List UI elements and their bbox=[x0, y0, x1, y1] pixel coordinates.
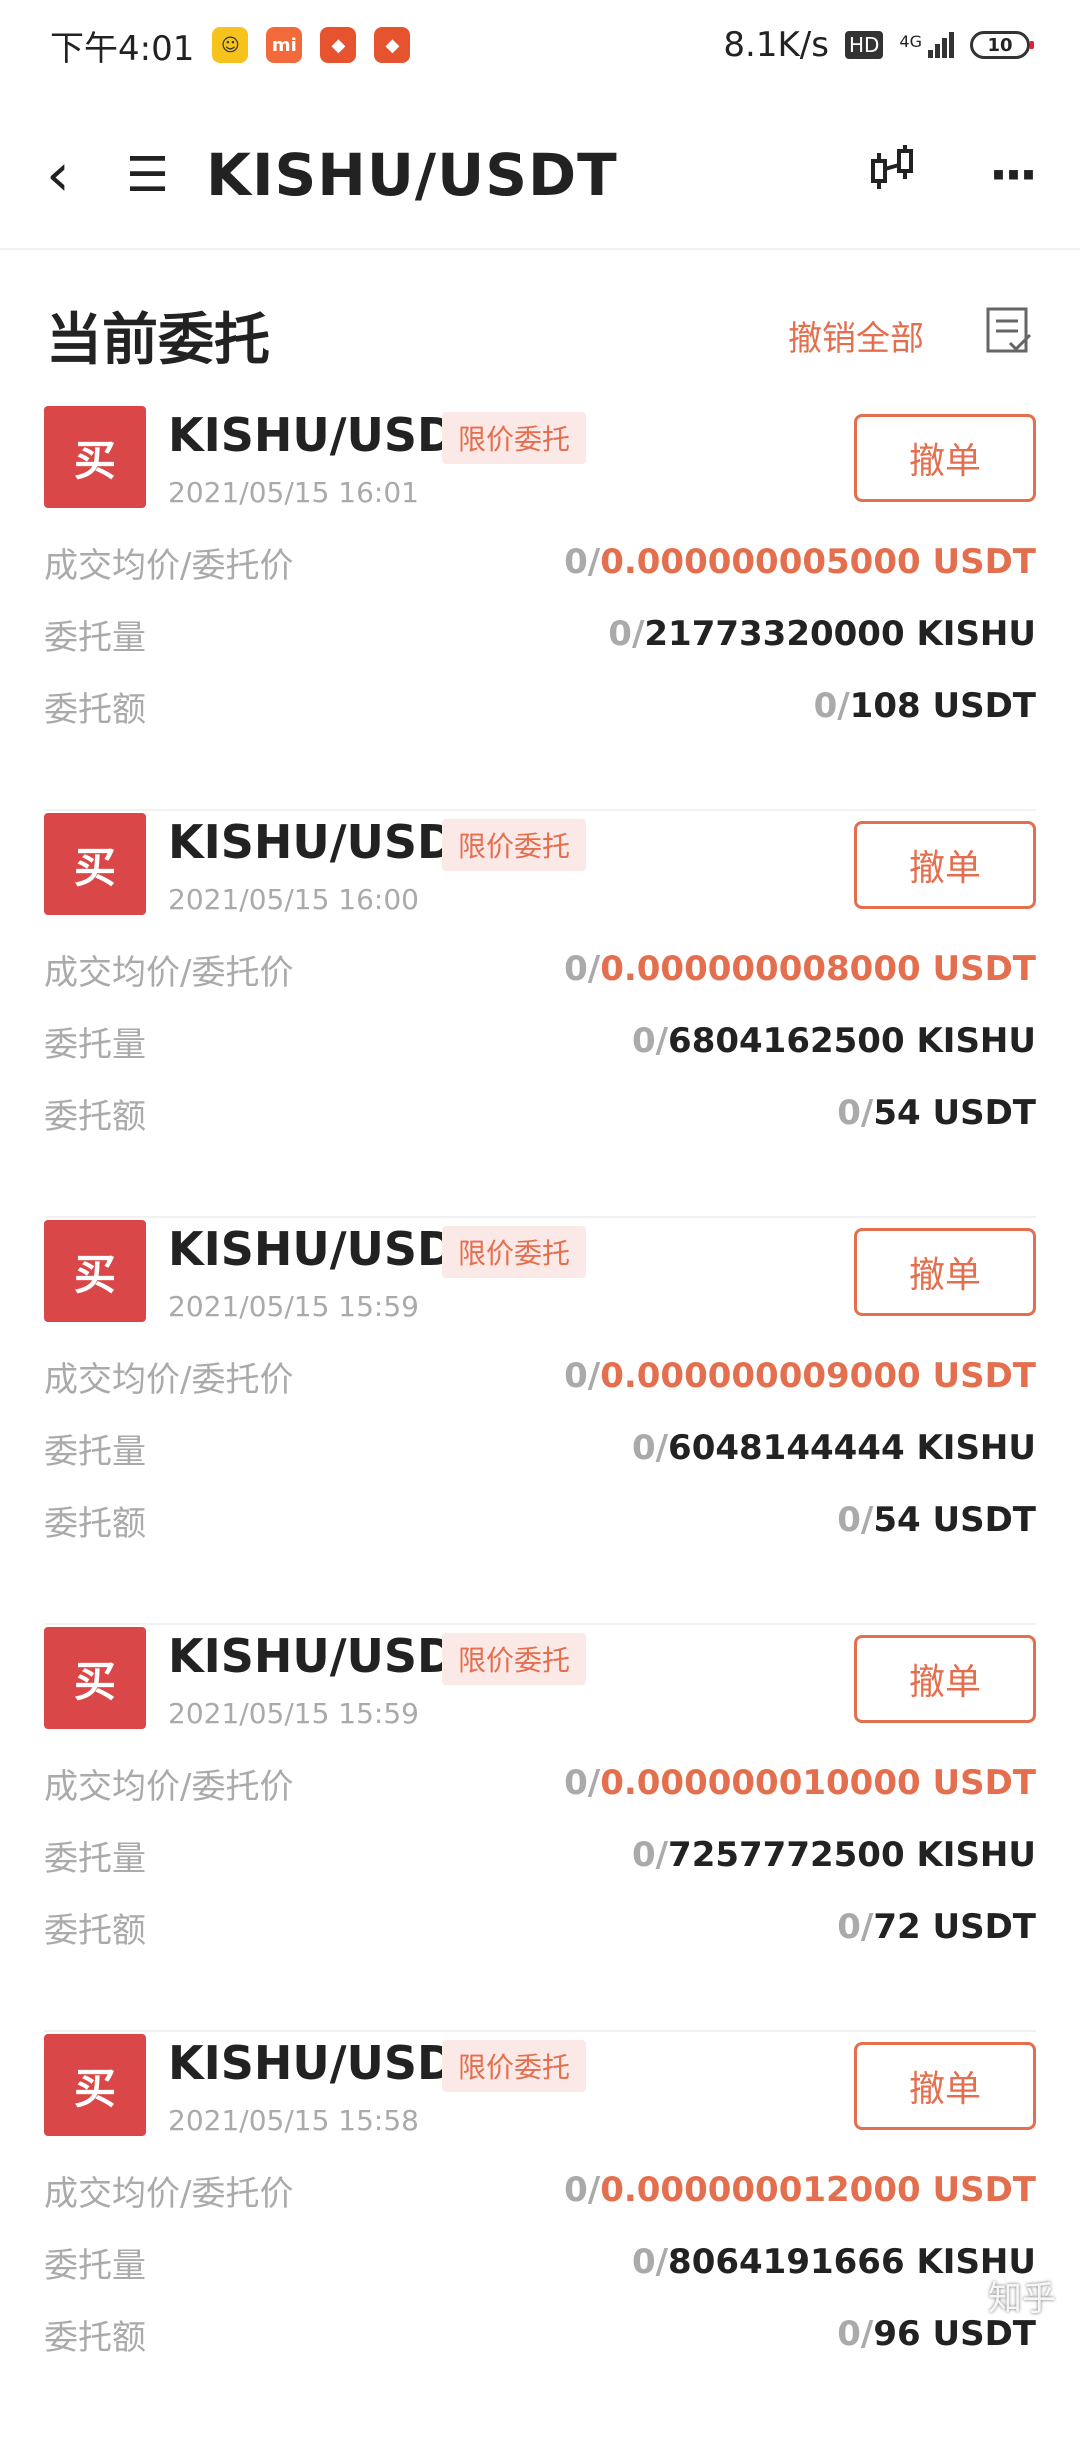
total-row: 委托额 0/96 USDT bbox=[44, 2304, 1036, 2364]
amount-value: 0/6048144444 KISHU bbox=[631, 1428, 1036, 1468]
candlestick-chart-icon[interactable] bbox=[867, 143, 919, 207]
amount-label: 委托量 bbox=[44, 617, 146, 658]
amount-label: 委托量 bbox=[44, 2245, 146, 2286]
network-speed: 8.1K/s bbox=[723, 25, 829, 65]
status-bar: 下午4:01 ☺ mi ◆ ◆ 8.1K/s HD 4G 10 bbox=[0, 0, 1080, 90]
amount-row: 委托量 0/6804162500 KISHU bbox=[44, 1011, 1036, 1071]
total-row: 委托额 0/54 USDT bbox=[44, 1083, 1036, 1143]
price-value: 0/0.000000005000 USDT bbox=[564, 542, 1036, 582]
hd-icon: HD bbox=[844, 31, 884, 59]
total-label: 委托额 bbox=[44, 1503, 146, 1544]
order-type-tag: 限价委托 bbox=[442, 819, 587, 871]
total-value: 0/54 USDT bbox=[837, 1500, 1036, 1540]
section-title: 当前委托 bbox=[46, 307, 270, 373]
price-row: 成交均价/委托价 0/0.000000009000 USDT bbox=[44, 1346, 1036, 1406]
order-history-icon[interactable] bbox=[984, 305, 1034, 366]
price-value: 0/0.000000009000 USDT bbox=[564, 1356, 1036, 1396]
order-item: 买 KISHU/USDT 限价委托 2021/05/15 15:59 撤单 成交… bbox=[0, 1218, 1080, 1625]
buy-badge: 买 bbox=[44, 1220, 146, 1322]
order-type-tag: 限价委托 bbox=[442, 1633, 587, 1685]
smile-app-icon: ☺ bbox=[212, 27, 249, 63]
signal-icon: 4G bbox=[899, 32, 954, 58]
header-divider bbox=[0, 248, 1080, 250]
amount-row: 委托量 0/7257772500 KISHU bbox=[44, 1825, 1036, 1885]
buy-badge: 买 bbox=[44, 406, 146, 508]
total-label: 委托额 bbox=[44, 689, 146, 730]
amount-row: 委托量 0/6048144444 KISHU bbox=[44, 1418, 1036, 1478]
current-orders-header: 当前委托 撤销全部 bbox=[0, 270, 1080, 400]
amount-value: 0/7257772500 KISHU bbox=[631, 1835, 1036, 1875]
order-item: 买 KISHU/USDT 限价委托 2021/05/15 16:00 撤单 成交… bbox=[0, 811, 1080, 1218]
amount-row: 委托量 0/8064191666 KISHU bbox=[44, 2232, 1036, 2292]
buy-badge: 买 bbox=[44, 1627, 146, 1729]
menu-icon[interactable]: ☰ bbox=[126, 147, 196, 203]
back-icon[interactable]: ‹ bbox=[46, 140, 116, 210]
cancel-order-button[interactable]: 撤单 bbox=[854, 414, 1036, 502]
total-value: 0/96 USDT bbox=[837, 2314, 1036, 2354]
total-label: 委托额 bbox=[44, 1096, 146, 1137]
price-row: 成交均价/委托价 0/0.000000008000 USDT bbox=[44, 939, 1036, 999]
cancel-order-button[interactable]: 撤单 bbox=[854, 1635, 1036, 1723]
price-value: 0/0.000000010000 USDT bbox=[564, 1763, 1036, 1803]
total-row: 委托额 0/72 USDT bbox=[44, 1897, 1036, 1957]
buy-badge: 买 bbox=[44, 813, 146, 915]
battery-icon: 10 bbox=[970, 31, 1034, 59]
amount-label: 委托量 bbox=[44, 1024, 146, 1065]
price-label: 成交均价/委托价 bbox=[44, 545, 294, 586]
cancel-order-button[interactable]: 撤单 bbox=[854, 821, 1036, 909]
order-time: 2021/05/15 15:58 bbox=[168, 2104, 419, 2137]
order-symbol: KISHU/USDT bbox=[168, 2036, 487, 2090]
cancel-order-button[interactable]: 撤单 bbox=[854, 1228, 1036, 1316]
page-title: KISHU/USDT bbox=[206, 141, 618, 209]
watermark: 知乎 bbox=[988, 2279, 1056, 2319]
amount-value: 0/21773320000 KISHU bbox=[608, 614, 1036, 654]
order-time: 2021/05/15 15:59 bbox=[168, 1697, 419, 1730]
order-type-tag: 限价委托 bbox=[442, 412, 587, 464]
cancel-order-button[interactable]: 撤单 bbox=[854, 2042, 1036, 2130]
order-symbol: KISHU/USDT bbox=[168, 1629, 487, 1683]
order-time: 2021/05/15 16:00 bbox=[168, 883, 419, 916]
total-value: 0/72 USDT bbox=[837, 1907, 1036, 1947]
buy-badge: 买 bbox=[44, 2034, 146, 2136]
status-time: 下午4:01 bbox=[50, 28, 195, 69]
price-label: 成交均价/委托价 bbox=[44, 1766, 294, 1807]
order-symbol: KISHU/USDT bbox=[168, 815, 487, 869]
order-time: 2021/05/15 15:59 bbox=[168, 1290, 419, 1323]
order-symbol: KISHU/USDT bbox=[168, 408, 487, 462]
total-value: 0/108 USDT bbox=[813, 686, 1036, 726]
price-label: 成交均价/委托价 bbox=[44, 2173, 294, 2214]
orders-list: 买 KISHU/USDT 限价委托 2021/05/15 16:01 撤单 成交… bbox=[0, 404, 1080, 2439]
order-item: 买 KISHU/USDT 限价委托 2021/05/15 15:59 撤单 成交… bbox=[0, 1625, 1080, 2032]
order-type-tag: 限价委托 bbox=[442, 1226, 587, 1278]
amount-row: 委托量 0/21773320000 KISHU bbox=[44, 604, 1036, 664]
more-icon[interactable]: ··· bbox=[989, 146, 1038, 204]
exchange-app-icon: ◆ bbox=[320, 27, 357, 63]
order-time: 2021/05/15 16:01 bbox=[168, 476, 419, 509]
price-label: 成交均价/委托价 bbox=[44, 952, 294, 993]
amount-label: 委托量 bbox=[44, 1431, 146, 1472]
mi-app-icon: mi bbox=[266, 27, 303, 63]
price-row: 成交均价/委托价 0/0.000000012000 USDT bbox=[44, 2160, 1036, 2220]
price-row: 成交均价/委托价 0/0.000000010000 USDT bbox=[44, 1753, 1036, 1813]
cancel-all-button[interactable]: 撤销全部 bbox=[788, 311, 924, 360]
price-value: 0/0.000000008000 USDT bbox=[564, 949, 1036, 989]
total-row: 委托额 0/108 USDT bbox=[44, 676, 1036, 736]
price-value: 0/0.000000012000 USDT bbox=[564, 2170, 1036, 2210]
total-label: 委托额 bbox=[44, 2317, 146, 2358]
price-row: 成交均价/委托价 0/0.000000005000 USDT bbox=[44, 532, 1036, 592]
total-label: 委托额 bbox=[44, 1910, 146, 1951]
order-item: 买 KISHU/USDT 限价委托 2021/05/15 16:01 撤单 成交… bbox=[0, 404, 1080, 811]
amount-label: 委托量 bbox=[44, 1838, 146, 1879]
price-label: 成交均价/委托价 bbox=[44, 1359, 294, 1400]
total-value: 0/54 USDT bbox=[837, 1093, 1036, 1133]
exchange-app-icon: ◆ bbox=[374, 27, 411, 63]
order-symbol: KISHU/USDT bbox=[168, 1222, 487, 1276]
amount-value: 0/6804162500 KISHU bbox=[631, 1021, 1036, 1061]
app-header: ‹ ☰ KISHU/USDT ··· bbox=[0, 115, 1080, 235]
total-row: 委托额 0/54 USDT bbox=[44, 1490, 1036, 1550]
amount-value: 0/8064191666 KISHU bbox=[631, 2242, 1036, 2282]
order-item: 买 KISHU/USDT 限价委托 2021/05/15 15:58 撤单 成交… bbox=[0, 2032, 1080, 2439]
order-type-tag: 限价委托 bbox=[442, 2040, 587, 2092]
